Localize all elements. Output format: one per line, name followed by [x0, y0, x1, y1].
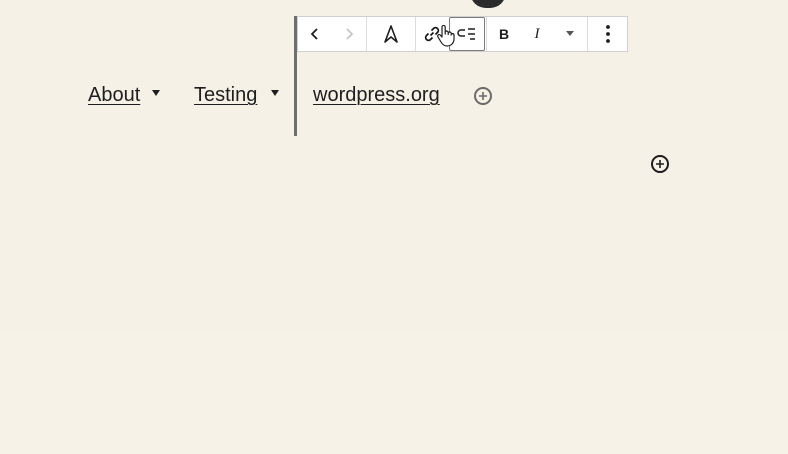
italic-icon: I — [534, 25, 540, 42]
caret-down-icon — [566, 31, 574, 36]
bold-icon: B — [498, 26, 510, 42]
options-button[interactable] — [588, 17, 627, 51]
partial-dark-element — [470, 0, 506, 8]
chevron-right-icon — [346, 28, 354, 40]
more-rich-text-button[interactable] — [553, 17, 587, 51]
nav-item-wordpress-org[interactable]: wordpress.org — [313, 82, 440, 108]
add-block-appender-icon[interactable] — [651, 155, 669, 173]
chevron-left-icon — [310, 28, 318, 40]
block-toolbar: B I — [297, 16, 628, 52]
navigation-link-icon — [384, 25, 398, 43]
submenu-caret-testing-icon[interactable] — [271, 90, 279, 96]
italic-button[interactable]: I — [521, 17, 553, 51]
more-vertical-icon — [605, 25, 610, 43]
hand-pointer-cursor-icon — [437, 25, 455, 47]
nav-item-testing[interactable]: Testing — [194, 82, 257, 108]
previous-button[interactable] — [298, 17, 332, 51]
next-button[interactable] — [332, 17, 366, 51]
add-submenu-icon — [457, 28, 475, 40]
add-block-inline-icon[interactable] — [474, 87, 492, 105]
submenu-caret-about-icon[interactable] — [152, 90, 160, 96]
bold-button[interactable]: B — [487, 17, 521, 51]
nav-item-about[interactable]: About — [88, 82, 140, 108]
editor-canvas-lower — [0, 330, 788, 454]
navigation-link-button[interactable] — [367, 17, 415, 51]
